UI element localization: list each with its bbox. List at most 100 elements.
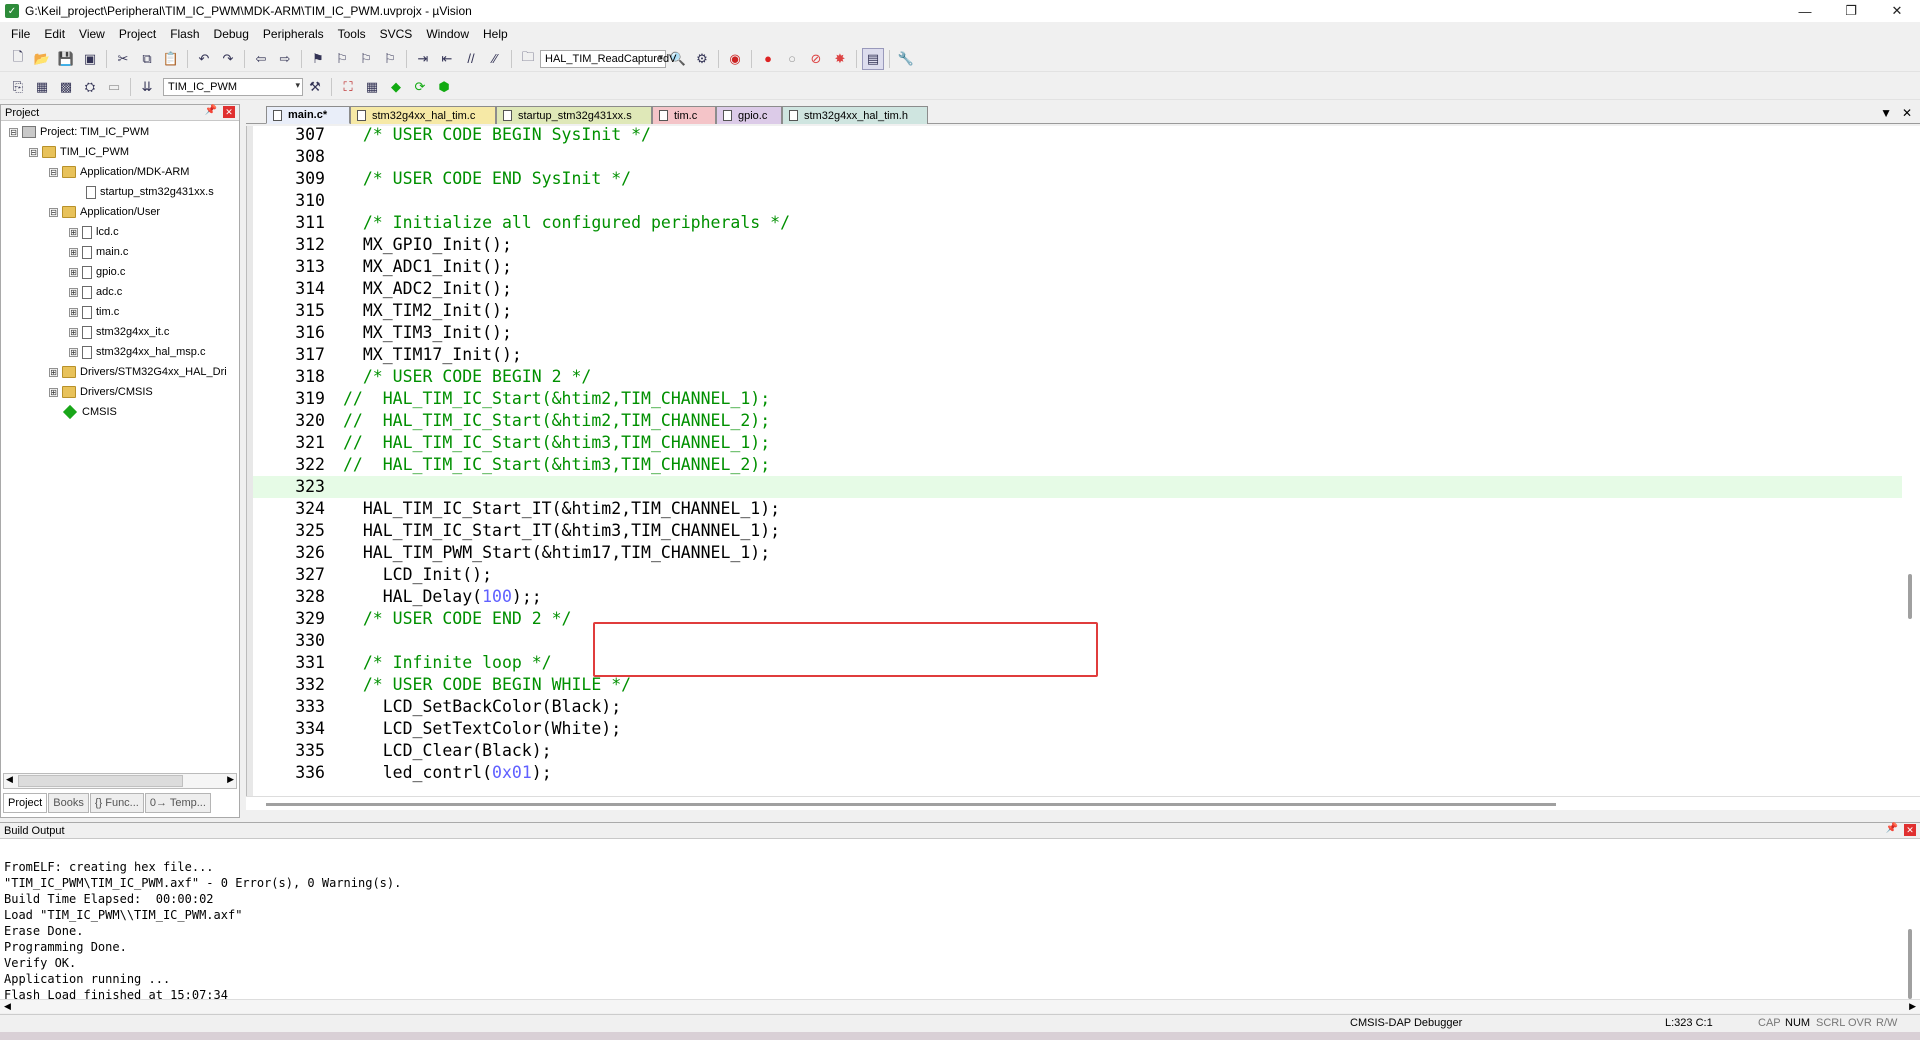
tree-item-group-hal-drivers[interactable]: ⊞ Drivers/STM32G4xx_HAL_Dri — [49, 363, 227, 381]
code-line[interactable]: 327 LCD_Init(); — [253, 564, 1902, 586]
find-combo[interactable]: HAL_TIM_ReadCapturedV ▾ — [540, 49, 676, 68]
scroll-left-icon[interactable]: ◀ — [6, 774, 13, 785]
pack-installer-icon[interactable]: ◆ — [385, 76, 407, 98]
code-line[interactable]: 332 /* USER CODE BEGIN WHILE */ — [253, 674, 1902, 696]
debug-session-icon[interactable]: ◉ — [724, 48, 746, 70]
expand-icon[interactable]: ⊞ — [69, 267, 78, 277]
code-line[interactable]: 321 // HAL_TIM_IC_Start(&htim3,TIM_CHANNE… — [253, 432, 1902, 454]
menu-file[interactable]: File — [4, 27, 37, 41]
paste-icon[interactable]: 📋 — [160, 48, 182, 70]
code-line[interactable]: 312 MX_GPIO_Init(); — [253, 234, 1902, 256]
unindent-icon[interactable]: ⇤ — [436, 48, 458, 70]
new-file-icon[interactable]: 🗋 — [7, 48, 29, 70]
menu-edit[interactable]: Edit — [37, 27, 72, 41]
bookmark-prev-icon[interactable]: ⚐ — [331, 48, 353, 70]
open-file-icon[interactable]: 📂 — [31, 48, 53, 70]
event-recorder-icon[interactable]: ⬢ — [433, 76, 455, 98]
select-packs-icon[interactable]: ▦ — [361, 76, 383, 98]
maximize-button[interactable]: ❐ — [1828, 0, 1874, 22]
code-line[interactable]: 317 MX_TIM17_Init(); — [253, 344, 1902, 366]
collapse-icon[interactable]: ⊟ — [49, 167, 58, 177]
translate-icon[interactable]: ⎘ — [7, 76, 29, 98]
tree-item-group-cmsis-drivers[interactable]: ⊞ Drivers/CMSIS — [49, 383, 153, 401]
code-line[interactable]: 320 // HAL_TIM_IC_Start(&htim2,TIM_CHANNE… — [253, 410, 1902, 432]
scroll-thumb[interactable] — [266, 803, 1556, 806]
tab-tim-c[interactable]: tim.c — [652, 106, 716, 124]
pin-icon[interactable]: 📌 — [1886, 823, 1898, 834]
find-in-files-icon[interactable]: 🗀 — [517, 48, 539, 70]
uncomment-icon[interactable]: ⁄⁄ — [484, 48, 506, 70]
minimize-button[interactable]: — — [1782, 0, 1828, 22]
stop-build-icon[interactable]: ▭ — [103, 76, 125, 98]
tree-item-project[interactable]: ⊟ Project: TIM_IC_PWM — [9, 123, 149, 141]
breakpoint-disable-all-icon[interactable]: ⊘ — [805, 48, 827, 70]
menu-svcs[interactable]: SVCS — [373, 27, 420, 41]
scroll-thumb[interactable] — [1908, 929, 1912, 999]
copy-icon[interactable]: ⧉ — [136, 48, 158, 70]
tab-list-dropdown-icon[interactable]: ▼ — [1880, 106, 1892, 120]
expand-icon[interactable]: ⊞ — [69, 227, 78, 237]
tree-item-group-mdk-arm[interactable]: ⊟ Application/MDK-ARM — [49, 163, 189, 181]
window-layout-icon[interactable]: ▤ — [862, 47, 884, 70]
code-line[interactable]: 316 MX_TIM3_Init(); — [253, 322, 1902, 344]
code-line[interactable]: 308 — [253, 146, 1902, 168]
code-editor[interactable]: 307 /* USER CODE BEGIN SysInit */308 309 … — [246, 126, 1920, 796]
editor-horizontal-scrollbar[interactable] — [246, 796, 1920, 810]
pin-icon[interactable]: 📌 — [205, 105, 217, 116]
build-vertical-scrollbar[interactable] — [1904, 841, 1916, 1001]
menu-project[interactable]: Project — [112, 27, 163, 41]
code-line[interactable]: 335 LCD_Clear(Black); — [253, 740, 1902, 762]
target-select[interactable]: TIM_IC_PWM ▾ — [163, 77, 303, 96]
scroll-thumb[interactable] — [1908, 574, 1912, 619]
tab-stm32g4xx-hal-tim-c[interactable]: stm32g4xx_hal_tim.c — [350, 106, 496, 124]
manage-project-items-icon[interactable]: ⛶ — [337, 76, 359, 98]
editor-vertical-scrollbar[interactable] — [1902, 126, 1920, 796]
save-all-icon[interactable]: ▣ — [79, 48, 101, 70]
collapse-icon[interactable]: ⊟ — [29, 147, 38, 157]
expand-icon[interactable]: ⊞ — [49, 367, 58, 377]
expand-icon[interactable]: ⊞ — [69, 347, 78, 357]
scroll-thumb[interactable] — [18, 775, 183, 787]
code-line[interactable]: 325 HAL_TIM_IC_Start_IT(&htim3,TIM_CHANN… — [253, 520, 1902, 542]
download-icon[interactable]: ⇊ — [136, 76, 158, 98]
undo-icon[interactable]: ↶ — [193, 48, 215, 70]
incremental-find-icon[interactable]: ⚙ — [691, 48, 713, 70]
code-line[interactable]: 314 MX_ADC2_Init(); — [253, 278, 1902, 300]
project-horizontal-scrollbar[interactable]: ◀ ▶ — [3, 773, 237, 789]
code-line[interactable]: 313 MX_ADC1_Init(); — [253, 256, 1902, 278]
code-area[interactable]: 307 /* USER CODE BEGIN SysInit */308 309 … — [253, 126, 1902, 796]
menu-peripherals[interactable]: Peripherals — [256, 27, 331, 41]
code-line[interactable]: 336 led_contrl(0x01); — [253, 762, 1902, 784]
menu-flash[interactable]: Flash — [163, 27, 206, 41]
configure-icon[interactable]: 🔧 — [895, 48, 917, 70]
tree-item-file[interactable]: ⊞ gpio.c — [69, 263, 125, 281]
build-horizontal-scrollbar[interactable]: ◀ ▶ — [0, 999, 1920, 1013]
code-line[interactable]: 333 LCD_SetBackColor(Black); — [253, 696, 1902, 718]
batch-build-icon[interactable]: ⛭ — [79, 76, 101, 98]
menu-help[interactable]: Help — [476, 27, 515, 41]
collapse-icon[interactable]: ⊟ — [9, 127, 18, 137]
bookmark-clear-icon[interactable]: ⚐ — [379, 48, 401, 70]
tab-functions[interactable]: {} Func... — [89, 793, 144, 813]
tree-item-file[interactable]: ⊞ main.c — [69, 243, 128, 261]
code-line[interactable]: 334 LCD_SetTextColor(White); — [253, 718, 1902, 740]
tree-item-file[interactable]: ⊞ lcd.c — [69, 223, 119, 241]
code-line[interactable]: 311 /* Initialize all configured periphe… — [253, 212, 1902, 234]
expand-icon[interactable]: ⊞ — [69, 307, 78, 317]
tree-item-file[interactable]: ⊞ adc.c — [69, 283, 122, 301]
tab-gpio-c[interactable]: gpio.c — [716, 106, 782, 124]
tree-item-file[interactable]: ⊞ stm32g4xx_hal_msp.c — [69, 343, 205, 361]
tab-startup-stm32g431xx-s[interactable]: startup_stm32g431xx.s — [496, 106, 652, 124]
code-line[interactable]: 310 — [253, 190, 1902, 212]
tree-item-file[interactable]: ⊞ tim.c — [69, 303, 119, 321]
breakpoint-insert-icon[interactable]: ● — [757, 48, 779, 70]
tree-item-group-user[interactable]: ⊟ Application/User — [49, 203, 160, 221]
breakpoint-enable-icon[interactable]: ○ — [781, 48, 803, 70]
navigate-back-icon[interactable]: ⇦ — [250, 48, 272, 70]
code-line[interactable]: 328 HAL_Delay(100);; — [253, 586, 1902, 608]
code-line[interactable]: 322 // HAL_TIM_IC_Start(&htim3,TIM_CHANNE… — [253, 454, 1902, 476]
comment-icon[interactable]: // — [460, 48, 482, 70]
code-line[interactable]: 323 — [253, 476, 1902, 498]
close-button[interactable]: ✕ — [1874, 0, 1920, 22]
indent-icon[interactable]: ⇥ — [412, 48, 434, 70]
